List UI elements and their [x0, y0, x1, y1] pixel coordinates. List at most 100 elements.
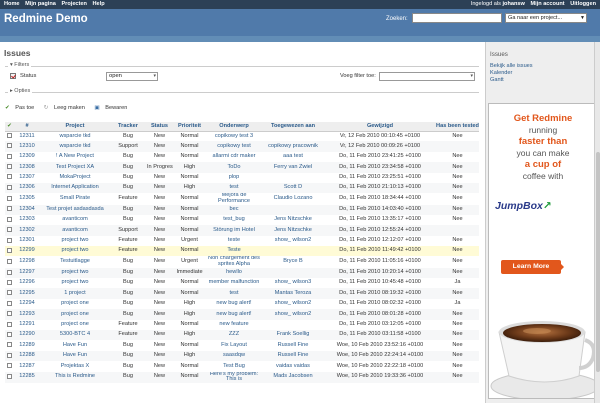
column-header-priority[interactable]: Prioriteit: [173, 122, 206, 132]
add-filter-select[interactable]: ▾: [379, 72, 475, 81]
column-header-assignee[interactable]: Toegewezen aan: [262, 122, 324, 132]
table-row[interactable]: 12307 MokaProject Bug New Normal plop Do, 11 F…: [5, 172, 479, 183]
cell-assignee[interactable]: copikowy pracownik: [262, 141, 324, 152]
cell-project[interactable]: Test projet asdasdasda: [40, 204, 110, 215]
row-checkbox[interactable]: [7, 290, 12, 296]
filters-legend[interactable]: ▾ Filters: [8, 62, 32, 68]
cell-id[interactable]: 12311: [14, 131, 40, 142]
cell-assignee[interactable]: Ferry van Zwiel: [262, 162, 324, 173]
cell-id[interactable]: 12305: [14, 193, 40, 205]
row-checkbox[interactable]: [7, 248, 12, 253]
table-row[interactable]: 12293 project one Bug New High new bug alert!…: [5, 309, 479, 320]
cell-subject[interactable]: Teste: [206, 246, 262, 257]
cell-project[interactable]: ! A New Project: [40, 151, 110, 163]
cell-project[interactable]: avanticom: [40, 225, 110, 236]
cell-project[interactable]: Have Fun: [40, 340, 110, 351]
page-scrollbar[interactable]: [594, 42, 600, 403]
column-header-tested[interactable]: Has been tested: [436, 122, 479, 132]
cell-id[interactable]: 12293: [14, 309, 40, 320]
cell-assignee[interactable]: Claudio Lozano: [262, 193, 324, 205]
row-checkbox[interactable]: [7, 258, 12, 264]
row-checkbox[interactable]: [7, 373, 12, 379]
cell-subject[interactable]: new feature: [206, 319, 262, 331]
cell-id[interactable]: 12290: [14, 330, 40, 341]
cell-project[interactable]: Small Pirate: [40, 193, 110, 205]
cell-subject[interactable]: copikowy test: [206, 141, 262, 152]
row-checkbox[interactable]: [7, 342, 12, 348]
cell-id[interactable]: 12310: [14, 141, 40, 152]
cell-subject[interactable]: ZZZ: [206, 330, 262, 341]
cell-id[interactable]: 12303: [14, 214, 40, 226]
cell-subject[interactable]: Störung im Hotel: [206, 225, 262, 236]
cell-id[interactable]: 12299: [14, 246, 40, 257]
cell-subject[interactable]: saasdqw: [206, 350, 262, 362]
cell-subject[interactable]: teste: [206, 235, 262, 247]
table-row[interactable]: 12311 wsparcie tkd Bug New Normal copikowy te…: [5, 131, 479, 142]
cell-subject[interactable]: test_bug: [206, 214, 262, 226]
row-checkbox[interactable]: [7, 133, 12, 139]
row-checkbox[interactable]: [7, 174, 12, 180]
table-row[interactable]: 12288 Have Fun Bug New High saasdqw Russell Fi…: [5, 350, 479, 362]
column-header-id[interactable]: #: [14, 122, 40, 132]
cell-assignee[interactable]: Scott D: [262, 182, 324, 194]
cell-assignee[interactable]: show_ wilson2: [262, 235, 324, 247]
row-checkbox[interactable]: [7, 311, 12, 317]
cell-id[interactable]: 12291: [14, 319, 40, 331]
table-row[interactable]: 12298 Testuitlagge Bug New Urgent Non chargem…: [5, 256, 479, 268]
cell-project[interactable]: wsparcie tkd: [40, 131, 110, 142]
cell-subject[interactable]: plop: [206, 172, 262, 183]
table-row[interactable]: 12289 Have Fun Bug New Normal Fix Layout Russe…: [5, 340, 479, 351]
cell-project[interactable]: Have Fun: [40, 350, 110, 362]
table-row[interactable]: 12304 Test projet asdasdasda Bug New Normal b…: [5, 204, 479, 215]
row-checkbox[interactable]: [7, 153, 12, 159]
cell-assignee[interactable]: show_ wilson2: [262, 309, 324, 320]
table-row[interactable]: 12295 1 project Bug New Normal test Mantas Ter…: [5, 288, 479, 299]
cell-id[interactable]: 12295: [14, 288, 40, 299]
cell-project[interactable]: project one: [40, 309, 110, 320]
cell-assignee[interactable]: aaa test: [262, 151, 324, 163]
cell-subject[interactable]: copikowy test 3: [206, 131, 262, 142]
row-checkbox[interactable]: [7, 279, 12, 285]
cell-subject[interactable]: bec: [206, 204, 262, 215]
cell-assignee[interactable]: Mantas Teroza: [262, 288, 324, 299]
cell-assignee[interactable]: Bryce B: [262, 256, 324, 268]
table-row[interactable]: 12287 Projektas X Bug New Normal Test Bug vaid…: [5, 361, 479, 372]
select-all-toggle[interactable]: ✔: [5, 122, 14, 132]
cell-id[interactable]: 12307: [14, 172, 40, 183]
cell-id[interactable]: 12306: [14, 182, 40, 194]
cell-project[interactable]: project two: [40, 278, 110, 289]
cell-assignee[interactable]: [262, 319, 324, 331]
cell-assignee[interactable]: Jens Nitzschke: [262, 214, 324, 226]
options-legend[interactable]: ▸ Opties: [8, 88, 33, 94]
cell-id[interactable]: 12302: [14, 225, 40, 236]
cell-id[interactable]: 12289: [14, 340, 40, 351]
cell-subject[interactable]: hewllo: [206, 267, 262, 279]
column-header-tracker[interactable]: Tracker: [110, 122, 146, 132]
cell-id[interactable]: 12287: [14, 361, 40, 372]
status-filter-checkbox[interactable]: [10, 73, 16, 79]
cell-project[interactable]: project two: [40, 235, 110, 247]
cell-project[interactable]: Testuitlagge: [40, 256, 110, 268]
cell-project[interactable]: MokaProject: [40, 172, 110, 183]
sidebar-link-calendar[interactable]: Kalender: [490, 70, 533, 77]
table-row[interactable]: 12297 project two Bug New Immediate hewllo Do,…: [5, 267, 479, 279]
cell-subject[interactable]: test: [206, 182, 262, 194]
cell-assignee[interactable]: [262, 246, 324, 257]
cell-assignee[interactable]: [262, 172, 324, 183]
row-checkbox[interactable]: [7, 143, 12, 149]
sidebar-link-all-issues[interactable]: Bekijk alle issues: [490, 63, 533, 70]
cell-assignee[interactable]: show_ wilson3: [262, 278, 324, 289]
search-input[interactable]: [412, 13, 502, 23]
cell-assignee[interactable]: [262, 131, 324, 142]
cell-subject[interactable]: Mejora de Performance: [206, 193, 262, 205]
cell-id[interactable]: 12308: [14, 162, 40, 173]
cell-assignee[interactable]: [262, 204, 324, 215]
row-checkbox[interactable]: [7, 164, 12, 170]
cell-project[interactable]: project two: [40, 246, 110, 257]
cell-assignee[interactable]: Russell Fine: [262, 340, 324, 351]
cell-subject[interactable]: allarmi cdr maker: [206, 151, 262, 163]
clear-button[interactable]: ↻ Leeg maken: [44, 105, 89, 111]
table-row[interactable]: 12309! A New Project Bug New Normal allarmi …: [5, 151, 479, 163]
scrollbar-thumb[interactable]: [596, 152, 600, 372]
cell-id[interactable]: 12294: [14, 298, 40, 310]
